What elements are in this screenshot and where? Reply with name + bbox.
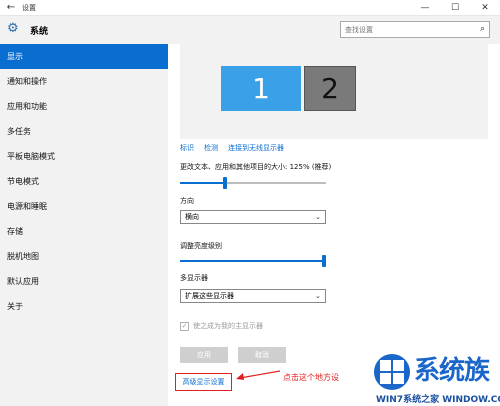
monitor-preview: 1 2 xyxy=(180,44,488,139)
orientation-select[interactable]: 横向 ⌄ xyxy=(180,210,326,224)
scale-label: 更改文本、应用和其他项目的大小: 125% (推荐) xyxy=(180,163,332,171)
scale-slider-fill xyxy=(180,182,225,184)
apply-button[interactable]: 应用 xyxy=(180,347,228,363)
display-settings-panel: 1 2 标识 检测 连接到无线显示器 更改文本、应用和其他项目的大小: 125%… xyxy=(168,44,500,406)
sidebar-item-battery-saver[interactable]: 节电模式 xyxy=(0,169,168,194)
sidebar-item-offline-maps[interactable]: 脱机地图 xyxy=(0,244,168,269)
sidebar-item-default-apps[interactable]: 默认应用 xyxy=(0,269,168,294)
advanced-display-settings-link[interactable]: 高级显示设置 xyxy=(175,373,232,391)
window-controls: — ☐ ✕ xyxy=(410,3,500,13)
scale-slider[interactable] xyxy=(180,177,326,189)
orientation-value: 横向 xyxy=(185,213,199,221)
minimize-icon[interactable]: — xyxy=(410,3,440,13)
window-title: 设置 xyxy=(22,3,36,12)
monitor-2-tile[interactable]: 2 xyxy=(304,66,356,111)
brightness-label: 调整亮度级别 xyxy=(180,242,222,250)
sidebar-item-power-sleep[interactable]: 电源和睡眠 xyxy=(0,194,168,219)
monitor-1-tile[interactable]: 1 xyxy=(221,66,301,111)
multi-display-select[interactable]: 扩展这些显示器 ⌄ xyxy=(180,289,326,303)
sidebar-item-tablet-mode[interactable]: 平板电脑模式 xyxy=(0,144,168,169)
main-display-checkbox[interactable]: ✓ xyxy=(180,321,189,331)
close-icon[interactable]: ✕ xyxy=(470,3,500,13)
sidebar-item-notifications[interactable]: 通知和操作 xyxy=(0,69,168,94)
brightness-slider-fill xyxy=(180,260,324,262)
display-links: 标识 检测 连接到无线显示器 xyxy=(180,143,284,153)
multi-display-label: 多显示器 xyxy=(180,274,208,282)
detect-link[interactable]: 检测 xyxy=(204,143,218,153)
sidebar: 显示 通知和操作 应用和功能 多任务 平板电脑模式 节电模式 电源和睡眠 存储 … xyxy=(0,44,168,406)
title-bar: ← 设置 — ☐ ✕ xyxy=(0,0,500,16)
sidebar-item-storage[interactable]: 存储 xyxy=(0,219,168,244)
sidebar-item-multitasking[interactable]: 多任务 xyxy=(0,119,168,144)
multi-display-value: 扩展这些显示器 xyxy=(185,292,234,300)
maximize-icon[interactable]: ☐ xyxy=(440,3,470,13)
annotation-text: 点击这个地方设 xyxy=(283,373,339,382)
chevron-down-icon: ⌄ xyxy=(315,292,321,300)
main-display-checkbox-label: 使之成为我的主显示器 xyxy=(193,322,263,330)
search-box[interactable]: ⌕ xyxy=(340,21,490,38)
search-input[interactable] xyxy=(341,22,469,37)
cancel-button[interactable]: 取消 xyxy=(238,347,286,363)
connect-wireless-display-link[interactable]: 连接到无线显示器 xyxy=(228,143,284,153)
back-arrow-icon[interactable]: ← xyxy=(0,2,22,13)
page-title: 系统 xyxy=(30,27,49,37)
chevron-down-icon: ⌄ xyxy=(315,213,321,221)
search-icon[interactable]: ⌕ xyxy=(480,24,485,34)
sidebar-item-apps-features[interactable]: 应用和功能 xyxy=(0,94,168,119)
sidebar-item-display[interactable]: 显示 xyxy=(0,44,168,69)
gear-icon: ⚙ xyxy=(7,21,19,36)
scale-slider-thumb[interactable] xyxy=(223,177,227,189)
brightness-slider-thumb[interactable] xyxy=(322,255,326,267)
sidebar-item-about[interactable]: 关于 xyxy=(0,294,168,319)
settings-header: ⚙ 系统 ⌕ xyxy=(0,16,500,44)
orientation-label: 方向 xyxy=(180,197,194,205)
main-display-option: ✓ 使之成为我的主显示器 xyxy=(180,321,263,331)
identify-link[interactable]: 标识 xyxy=(180,143,194,153)
annotation-arrow-icon xyxy=(236,370,281,380)
brightness-slider[interactable] xyxy=(180,255,326,267)
